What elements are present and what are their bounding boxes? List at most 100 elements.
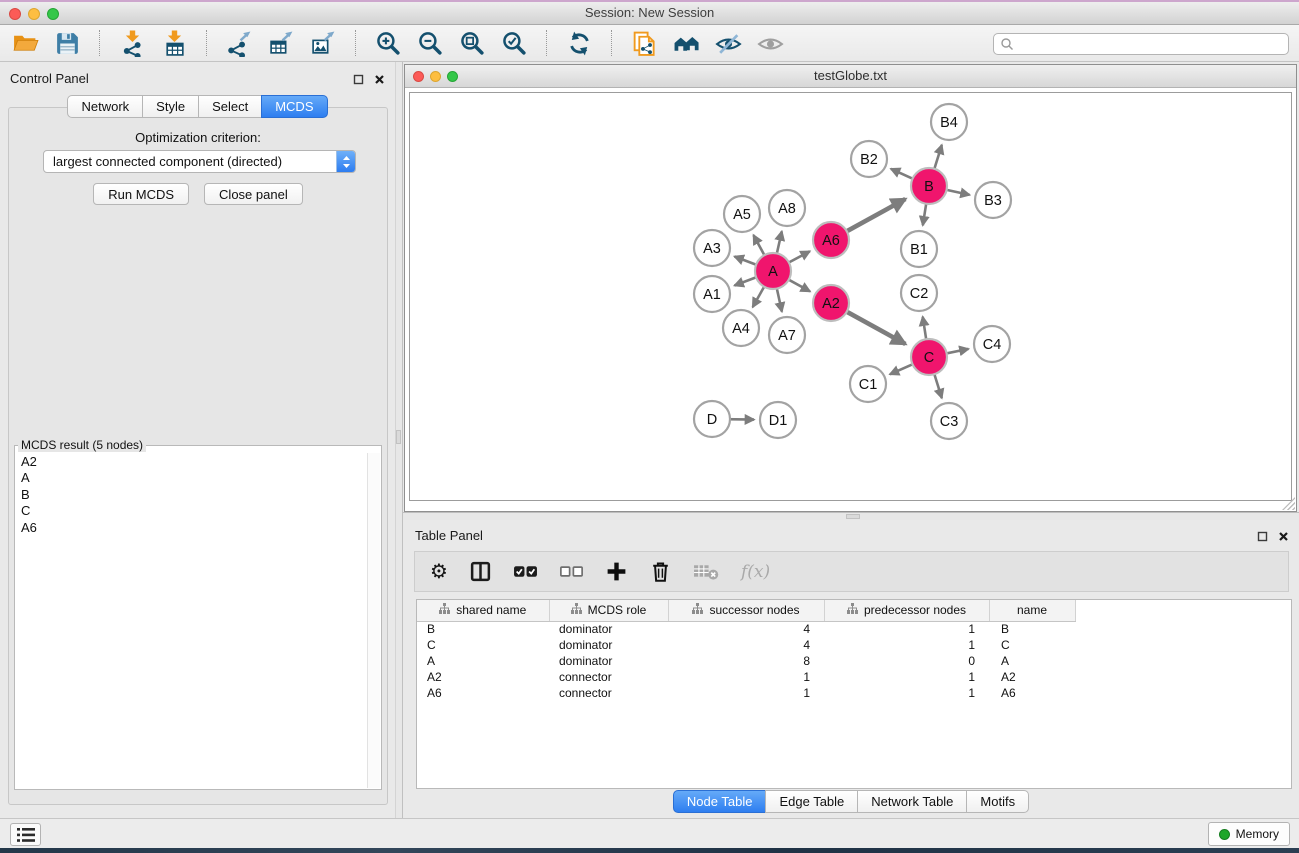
table-cell[interactable]: connector xyxy=(549,669,668,685)
table-cell[interactable]: A2 xyxy=(989,669,1075,685)
refresh-icon[interactable] xyxy=(564,28,594,58)
table-cell[interactable]: connector xyxy=(549,685,668,701)
zoom-fit-icon[interactable] xyxy=(457,28,487,58)
tab-network-table[interactable]: Network Table xyxy=(857,790,967,813)
close-panel-icon[interactable] xyxy=(374,72,385,90)
graph-node-B4[interactable]: B4 xyxy=(931,104,967,140)
table-cell[interactable]: dominator xyxy=(549,637,668,653)
vertical-splitter[interactable] xyxy=(395,62,403,818)
add-icon[interactable] xyxy=(605,560,628,583)
table-cell[interactable]: dominator xyxy=(549,653,668,669)
graph-node-A5[interactable]: A5 xyxy=(724,196,760,232)
mcds-result-item[interactable]: B xyxy=(19,487,364,503)
table-cell[interactable]: 1 xyxy=(824,669,989,685)
graph-edge-A6-B[interactable] xyxy=(843,199,905,233)
table-cell[interactable]: A2 xyxy=(417,669,549,685)
tab-style[interactable]: Style xyxy=(142,95,199,118)
zoom-out-icon[interactable] xyxy=(415,28,445,58)
graph-node-B1[interactable]: B1 xyxy=(901,231,937,267)
houses-icon[interactable] xyxy=(671,28,701,58)
zoom-in-icon[interactable] xyxy=(373,28,403,58)
import-network-icon[interactable] xyxy=(117,28,147,58)
column-header-predecessor-nodes[interactable]: predecessor nodes xyxy=(824,600,989,621)
graph-node-C[interactable]: C xyxy=(911,339,947,375)
graph-node-C2[interactable]: C2 xyxy=(901,275,937,311)
export-table-icon[interactable] xyxy=(266,28,296,58)
zoom-selected-icon[interactable] xyxy=(499,28,529,58)
open-folder-icon[interactable] xyxy=(10,28,40,58)
table-cell[interactable]: 1 xyxy=(824,637,989,653)
graph-node-A2[interactable]: A2 xyxy=(813,285,849,321)
mcds-result-item[interactable]: C xyxy=(19,503,364,519)
close-window-button[interactable] xyxy=(9,8,21,20)
table-cell[interactable]: B xyxy=(417,621,549,637)
graph-node-C3[interactable]: C3 xyxy=(931,403,967,439)
network-window-titlebar[interactable]: testGlobe.txt xyxy=(405,65,1296,88)
table-cell[interactable]: B xyxy=(989,621,1075,637)
run-mcds-button[interactable]: Run MCDS xyxy=(93,183,189,205)
graph-node-A3[interactable]: A3 xyxy=(694,230,730,266)
network-close-button[interactable] xyxy=(413,71,424,82)
minimize-window-button[interactable] xyxy=(28,8,40,20)
graph-node-B[interactable]: B xyxy=(911,168,947,204)
graph-node-A7[interactable]: A7 xyxy=(769,317,805,353)
graph-node-C1[interactable]: C1 xyxy=(850,366,886,402)
maximize-window-button[interactable] xyxy=(47,8,59,20)
table-cell[interactable]: 1 xyxy=(824,621,989,637)
mcds-result-item[interactable]: A2 xyxy=(19,454,364,470)
graph-node-D[interactable]: D xyxy=(694,401,730,437)
panel-list-button[interactable] xyxy=(10,823,41,846)
import-table-icon[interactable] xyxy=(159,28,189,58)
deselect-all-icon[interactable] xyxy=(559,560,584,583)
column-header-MCDS-role[interactable]: MCDS role xyxy=(549,600,668,621)
column-header-shared-name[interactable]: shared name xyxy=(417,600,549,621)
graph-node-A[interactable]: A xyxy=(755,253,791,289)
export-network-icon[interactable] xyxy=(224,28,254,58)
network-canvas[interactable]: B4B2BB3A5A8A6B1A3AA1C2A2A4A7C4CC1C3DD1 xyxy=(409,92,1292,501)
network-minimize-button[interactable] xyxy=(430,71,441,82)
horizontal-splitter[interactable] xyxy=(403,512,1299,520)
tab-node-table[interactable]: Node Table xyxy=(673,790,767,813)
table-cell[interactable]: A xyxy=(989,653,1075,669)
columns-icon[interactable] xyxy=(469,560,492,583)
criterion-dropdown[interactable]: largest connected component (directed) xyxy=(43,150,356,173)
table-cell[interactable]: 0 xyxy=(824,653,989,669)
table-row[interactable]: Adominator80A xyxy=(417,653,1291,669)
table-cell[interactable]: C xyxy=(989,637,1075,653)
table-cell[interactable]: 4 xyxy=(668,621,824,637)
table-row[interactable]: A6connector11A6 xyxy=(417,685,1291,701)
table-row[interactable]: Bdominator41B xyxy=(417,621,1291,637)
graph-node-A8[interactable]: A8 xyxy=(769,190,805,226)
tab-edge-table[interactable]: Edge Table xyxy=(765,790,858,813)
float-panel-icon[interactable] xyxy=(1257,529,1268,547)
mcds-result-item[interactable]: A6 xyxy=(19,520,364,536)
gear-icon[interactable]: ⚙ xyxy=(430,562,448,582)
table-cell[interactable]: C xyxy=(417,637,549,653)
network-maximize-button[interactable] xyxy=(447,71,458,82)
table-cell[interactable]: 4 xyxy=(668,637,824,653)
search-input[interactable] xyxy=(1018,37,1282,51)
save-icon[interactable] xyxy=(52,28,82,58)
graph-edge-A2-C[interactable] xyxy=(843,310,905,344)
table-cell[interactable]: A xyxy=(417,653,549,669)
graph-node-B2[interactable]: B2 xyxy=(851,141,887,177)
eye-slash-icon[interactable] xyxy=(713,28,743,58)
splitter-grip[interactable] xyxy=(396,430,401,444)
tab-network[interactable]: Network xyxy=(67,95,143,118)
table-cell[interactable]: 1 xyxy=(824,685,989,701)
column-header-name[interactable]: name xyxy=(989,600,1075,621)
tab-select[interactable]: Select xyxy=(198,95,262,118)
table-cell[interactable]: A6 xyxy=(989,685,1075,701)
splitter-grip[interactable] xyxy=(846,514,860,519)
graph-node-B3[interactable]: B3 xyxy=(975,182,1011,218)
table-cell[interactable]: dominator xyxy=(549,621,668,637)
network-file-icon[interactable] xyxy=(629,28,659,58)
table-cell[interactable]: 1 xyxy=(668,669,824,685)
graph-node-A1[interactable]: A1 xyxy=(694,276,730,312)
result-list-scrollbar[interactable] xyxy=(367,453,380,788)
tab-motifs[interactable]: Motifs xyxy=(966,790,1029,813)
close-panel-button[interactable]: Close panel xyxy=(204,183,303,205)
graph-node-A6[interactable]: A6 xyxy=(813,222,849,258)
export-image-icon[interactable] xyxy=(308,28,338,58)
table-row[interactable]: A2connector11A2 xyxy=(417,669,1291,685)
